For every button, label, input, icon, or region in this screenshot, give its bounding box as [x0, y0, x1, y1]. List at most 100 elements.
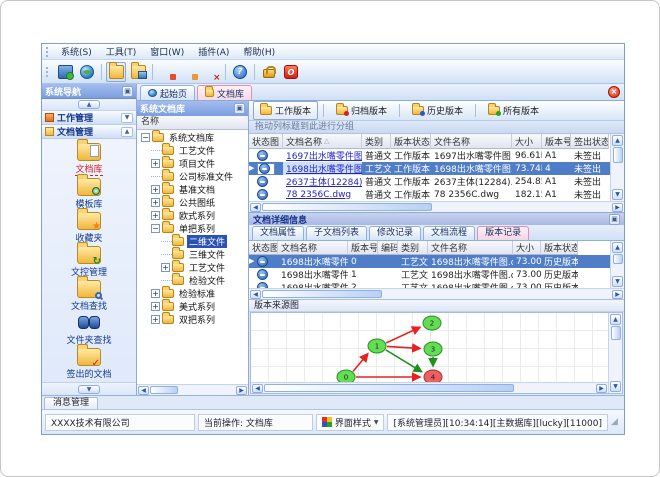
column-header-version-no[interactable]: 版本号 [542, 134, 571, 149]
scroll-right-icon[interactable]: ▶ [236, 385, 247, 395]
table-row[interactable]: 1698出水嘴零件图.dwg1工艺文件1698出水嘴零件图.dwg73.00KB… [249, 268, 610, 281]
expand-icon[interactable]: + [151, 198, 160, 207]
tab-start-page[interactable]: 起始页 [140, 85, 196, 100]
graph-horizontal-scrollbar[interactable]: ◀ ▶ [251, 382, 608, 393]
table-row[interactable]: 1698出水嘴零件图.dwg2工艺文件1698出水嘴零件图.dwg73.00KB… [249, 281, 610, 288]
tab-doc-flow[interactable]: 文档流程 [423, 226, 476, 240]
chevron-up-icon[interactable]: ▲ [78, 100, 100, 109]
column-header-size[interactable]: 大小 [513, 241, 541, 255]
scroll-left-icon[interactable]: ◀ [250, 289, 261, 299]
help-icon[interactable]: ? [230, 62, 250, 82]
tree-node[interactable]: − 系统文档库 [137, 130, 248, 144]
scroll-right-icon[interactable]: ▶ [612, 289, 623, 299]
column-header-status-icon[interactable]: 状态图 [249, 241, 278, 255]
scroll-up-icon[interactable]: ▲ [612, 135, 623, 146]
graph-canvas[interactable]: 0 1 2 3 4 [251, 313, 608, 382]
button-working-versions[interactable]: 工作版本 [253, 101, 319, 120]
graph-vertical-scrollbar[interactable]: ▲ ▼ [608, 313, 622, 393]
main-table-vertical-scrollbar[interactable]: ▲ ▼ [610, 134, 624, 201]
exit-icon[interactable]: O [281, 62, 301, 82]
doc-name-link[interactable]: 2637主体(12284).dwg [286, 175, 362, 188]
column-header-category[interactable]: 类别 [362, 134, 391, 149]
column-header-checkout-status[interactable]: 签出状态 [571, 134, 609, 149]
tree-node[interactable]: 检验文件 [137, 273, 248, 287]
tree-column-header[interactable]: 名称 [137, 116, 248, 130]
column-header-file-name[interactable]: 文件名称 [428, 241, 513, 255]
tree-node[interactable]: + 欧式系列 [137, 208, 248, 222]
table-row[interactable]: ▶1698出水嘴零件图.dwg工艺文件工作版本1698出水嘴零件图.dwg73.… [249, 162, 610, 175]
version-table-horizontal-scrollbar[interactable]: ◀ ▶ [249, 288, 624, 299]
scrollbar-thumb[interactable] [612, 147, 623, 163]
button-archived-versions[interactable]: 归档版本 [329, 101, 394, 120]
tree-node[interactable]: 二维文件 [137, 234, 248, 248]
open-folder-icon[interactable] [106, 61, 126, 82]
scroll-down-icon[interactable]: ▼ [612, 189, 623, 200]
expand-icon[interactable]: + [151, 289, 160, 298]
chevron-down-icon[interactable]: ▼ [78, 384, 100, 394]
resize-grip[interactable]: ◢ [611, 417, 621, 427]
graph-node-1[interactable]: 1 [367, 338, 387, 354]
graph-node-3[interactable]: 3 [423, 341, 443, 357]
tree-node[interactable]: 公司标准文件 [137, 169, 248, 183]
tab-version-record[interactable]: 版本记录 [477, 226, 530, 240]
scroll-left-icon[interactable]: ◀ [138, 385, 149, 395]
tab-doc-library[interactable]: 文档库 [197, 85, 253, 100]
expand-icon[interactable]: + [161, 263, 170, 272]
pin-icon[interactable]: ▣ [234, 103, 245, 114]
button-all-versions[interactable]: 所有版本 [481, 101, 546, 120]
expand-icon[interactable]: + [151, 185, 160, 194]
lock-icon[interactable] [259, 62, 279, 82]
expand-icon[interactable]: + [151, 302, 160, 311]
column-header-version-status[interactable]: 版本状态 [391, 134, 431, 149]
doc-edit-icon[interactable] [179, 62, 199, 82]
table-row[interactable]: 78 2356C.dwg普通文档工作版本78 2356C.dwg182.15KB… [249, 188, 610, 201]
version-table-vertical-scrollbar[interactable]: ▲ ▼ [610, 241, 624, 288]
tab-doc-properties[interactable]: 文档属性 [252, 226, 305, 240]
chevron-up-icon[interactable]: ▲ [121, 126, 133, 137]
scroll-right-icon[interactable]: ▶ [596, 383, 607, 393]
tab-message-management[interactable]: 消息管理 [44, 397, 99, 409]
scrollbar-thumb[interactable] [610, 326, 621, 340]
doc-name-link[interactable]: 1698出水嘴零件图.dwg [286, 162, 362, 175]
table-row[interactable]: 1697出水嘴零件图.dwg普通文档工作版本1697出水嘴零件图.dwg96.6… [249, 149, 610, 162]
tree-node[interactable]: + 项目文件 [137, 156, 248, 170]
group-by-bar[interactable]: 拖动列标题到此进行分组 [249, 121, 624, 134]
tree-node[interactable]: + 美式系列 [137, 299, 248, 313]
workspace-icon[interactable] [55, 62, 75, 82]
tab-modify-record[interactable]: 修改记录 [369, 226, 422, 240]
column-header-category[interactable]: 类别 [398, 241, 428, 255]
pin-icon[interactable]: ▣ [609, 213, 620, 225]
sidebar-item-favorites[interactable]: ★ 收藏夹 [75, 208, 103, 244]
graph-node-2[interactable]: 2 [422, 315, 442, 331]
sidebar-item-doc-search[interactable]: 文档查找 [71, 276, 107, 312]
scroll-left-icon[interactable]: ◀ [250, 202, 261, 212]
collapse-icon[interactable]: − [151, 224, 160, 233]
scroll-right-icon[interactable]: ▶ [612, 202, 623, 212]
menu-item-tools[interactable]: 工具(T) [99, 47, 144, 59]
column-header-version-status[interactable]: 版本状态 [541, 241, 578, 255]
sidebar-item-doc-control[interactable]: ↻ 文控管理 [71, 242, 107, 278]
chevron-down-icon[interactable]: ▼ [121, 112, 133, 123]
graph-node-0[interactable]: 0 [336, 369, 356, 382]
menu-item-window[interactable]: 窗口(W) [143, 47, 191, 59]
tree-horizontal-scrollbar[interactable]: ◀ ▶ [137, 384, 248, 395]
button-history-versions[interactable]: 历史版本 [405, 101, 470, 120]
scroll-up-icon[interactable]: ▲ [610, 314, 621, 325]
column-header-status-icon[interactable]: 状态图 [249, 134, 283, 149]
column-header-file-name[interactable]: 文件名称 [431, 134, 512, 149]
sidebar-item-doc-library[interactable]: 文档库 [75, 139, 103, 176]
library-icon[interactable] [128, 61, 148, 82]
globe-icon[interactable] [77, 62, 97, 82]
tree-node[interactable]: + 检验标准 [137, 286, 248, 300]
tree-node[interactable]: − 单把系列 [137, 221, 248, 235]
tree-node[interactable]: + 基准文档 [137, 182, 248, 196]
tree-node[interactable]: 三维文件 [137, 247, 248, 261]
tree-node[interactable]: + 工艺文件 [137, 260, 248, 274]
tab-subdoc-list[interactable]: 子文档列表 [306, 226, 368, 240]
sidebar-item-template-library[interactable]: 模板库 [75, 174, 103, 210]
sidebar-item-checked-out-docs[interactable]: ✓ 签出的文档 [66, 344, 112, 380]
scrollbar-thumb[interactable] [264, 384, 514, 392]
sidebar-group-doc-management[interactable]: 文档管理 ▲ [42, 125, 136, 139]
collapse-icon[interactable]: − [141, 133, 150, 142]
close-icon[interactable]: × [608, 86, 620, 98]
